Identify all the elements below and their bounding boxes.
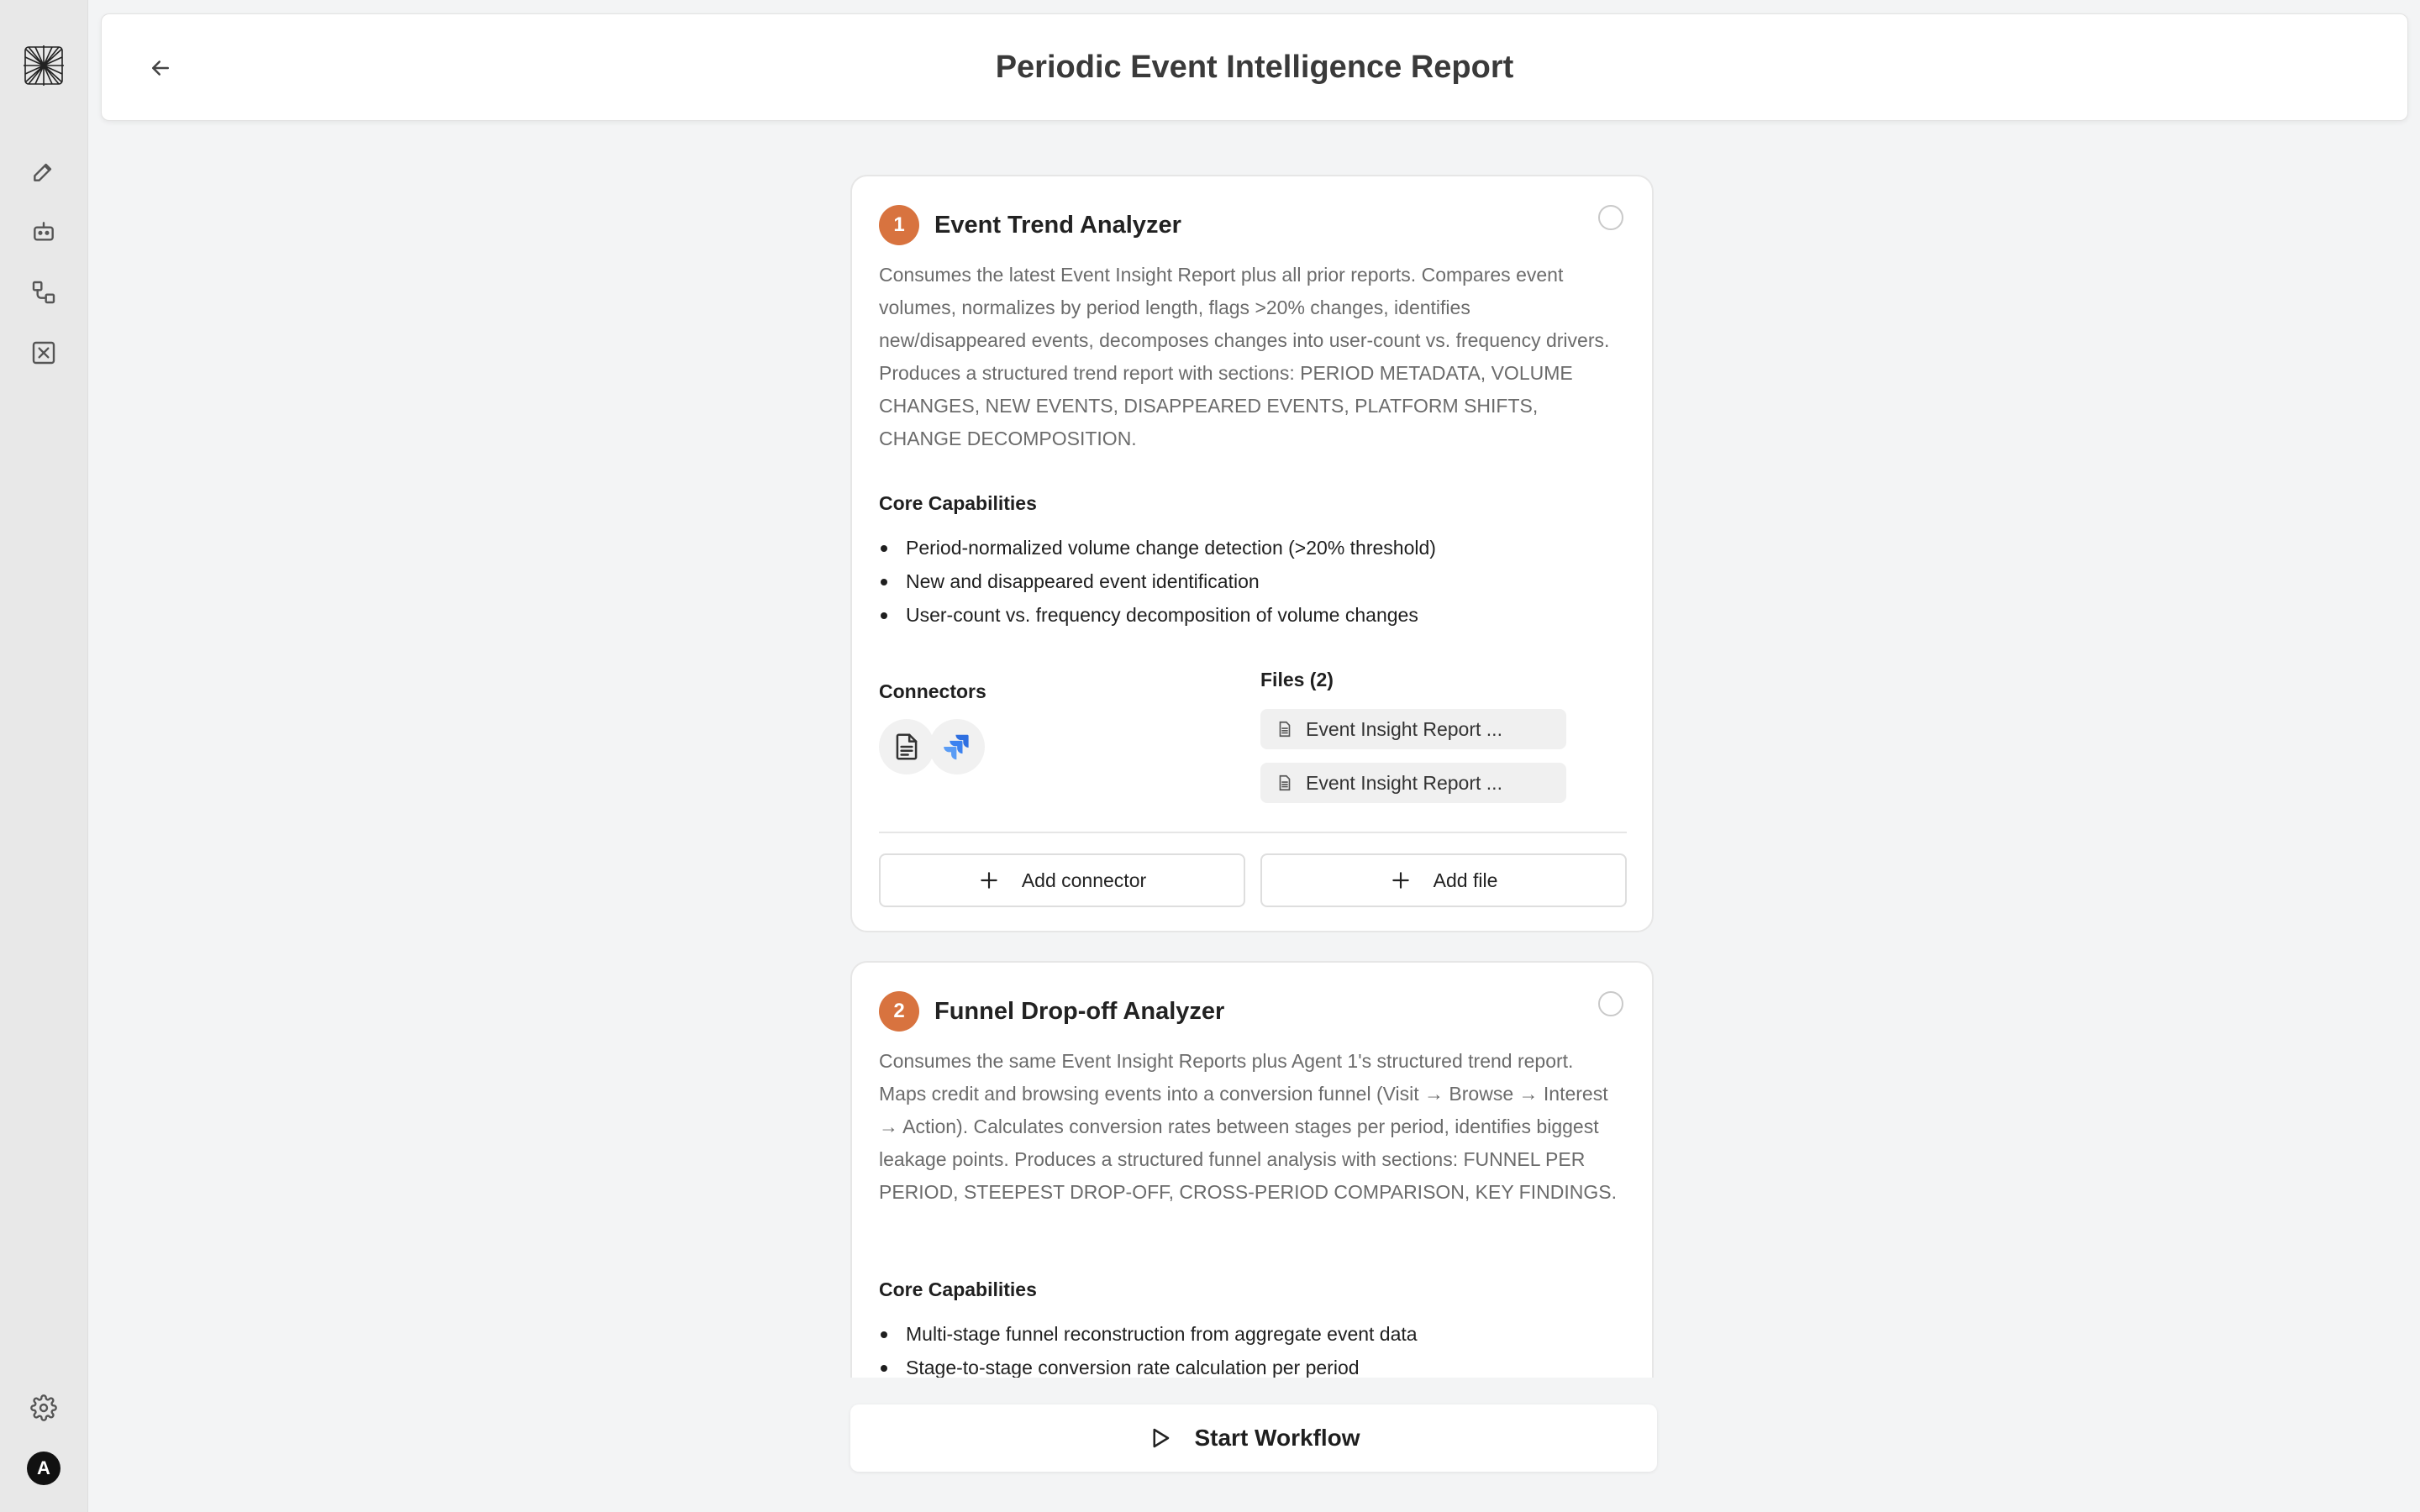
file-name: Event Insight Report ... <box>1306 717 1502 740</box>
add-connector-button[interactable]: Add connector <box>879 853 1245 907</box>
user-avatar[interactable]: A <box>27 1452 60 1485</box>
agent-card-header: 2 Funnel Drop-off Analyzer <box>879 991 1224 1032</box>
capabilities-heading: Core Capabilities <box>879 492 1037 514</box>
list-item: New and disappeared event identification <box>879 564 1436 598</box>
agent-select-radio[interactable] <box>1598 991 1623 1016</box>
add-file-label: Add file <box>1433 869 1498 891</box>
file-chip[interactable]: Event Insight Report ... <box>1260 763 1566 803</box>
step-number-badge: 1 <box>879 205 919 245</box>
plus-icon <box>1392 872 1409 889</box>
sidebar-workflow-icon[interactable] <box>24 272 64 312</box>
plus-icon <box>981 872 997 889</box>
list-item: Period-normalized volume change detectio… <box>879 531 1436 564</box>
sidebar-agent-icon[interactable] <box>24 212 64 252</box>
jira-connector-icon[interactable] <box>929 719 985 774</box>
connectors-heading: Connectors <box>879 680 986 702</box>
divider <box>879 832 1627 833</box>
add-connector-label: Add connector <box>1021 869 1147 891</box>
page-title: Periodic Event Intelligence Report <box>995 50 1514 85</box>
agent-title: Funnel Drop-off Analyzer <box>934 997 1225 1025</box>
capabilities-list: Period-normalized volume change detectio… <box>879 531 1436 632</box>
files-heading: Files (2) <box>1260 669 1334 690</box>
agent-description: Consumes the same Event Insight Reports … <box>879 1050 1617 1203</box>
back-arrow-icon[interactable] <box>140 48 181 88</box>
top-bar: Periodic Event Intelligence Report <box>101 13 2408 121</box>
agent-title: Event Trend Analyzer <box>934 211 1181 239</box>
capabilities-list: Multi-stage funnel reconstruction from a… <box>879 1317 1418 1378</box>
list-item: User-count vs. frequency decomposition o… <box>879 598 1436 632</box>
agent-card-header: 1 Event Trend Analyzer <box>879 205 1181 245</box>
step-number-badge: 2 <box>879 991 919 1032</box>
sidebar-excel-icon[interactable] <box>24 333 64 373</box>
document-connector-icon[interactable] <box>879 719 934 774</box>
capabilities-heading: Core Capabilities <box>879 1278 1037 1300</box>
file-icon <box>1276 720 1294 738</box>
settings-gear-icon[interactable] <box>24 1388 64 1428</box>
list-item: Multi-stage funnel reconstruction from a… <box>879 1317 1418 1351</box>
list-item: Stage-to-stage conversion rate calculati… <box>879 1351 1418 1378</box>
app-logo-icon[interactable] <box>22 44 66 87</box>
add-file-button[interactable]: Add file <box>1260 853 1627 907</box>
start-workflow-button[interactable]: Start Workflow <box>850 1404 1657 1472</box>
connector-icons <box>879 719 985 774</box>
agent-card-2[interactable]: 2 Funnel Drop-off Analyzer Consumes the … <box>850 961 1654 1378</box>
start-workflow-label: Start Workflow <box>1194 1425 1360 1451</box>
file-chip[interactable]: Event Insight Report ... <box>1260 709 1566 749</box>
sidebar-edit-icon[interactable] <box>24 151 64 192</box>
file-icon <box>1276 774 1294 792</box>
agent-card-1[interactable]: 1 Event Trend Analyzer Consumes the late… <box>850 175 1654 932</box>
agent-description: Consumes the latest Event Insight Report… <box>879 264 1610 449</box>
file-name: Event Insight Report ... <box>1306 771 1502 794</box>
agent-select-radio[interactable] <box>1598 205 1623 230</box>
sidebar: A <box>0 0 88 1512</box>
agents-scroll-area[interactable]: 1 Event Trend Analyzer Consumes the late… <box>849 173 1657 1378</box>
play-icon <box>1153 1428 1170 1448</box>
